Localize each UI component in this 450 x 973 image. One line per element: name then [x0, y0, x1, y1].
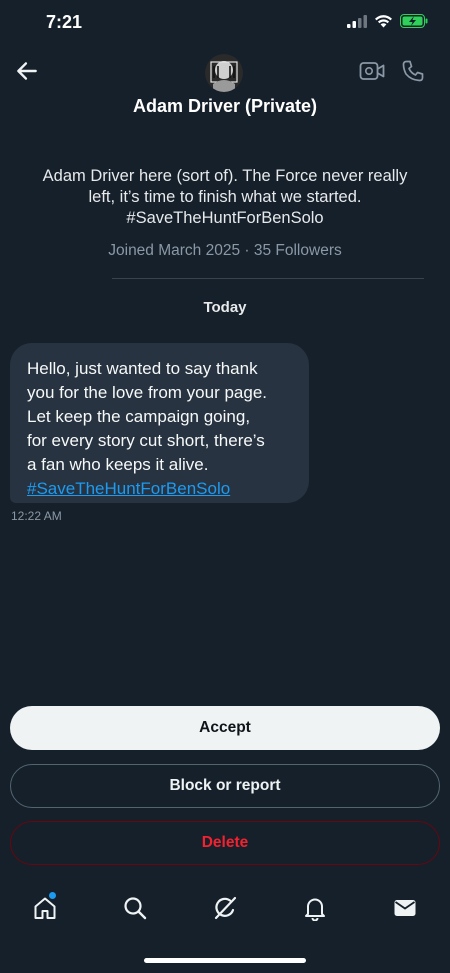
avatar[interactable]	[205, 54, 243, 92]
profile-meta: Joined March 2025 · 35 Followers	[108, 242, 342, 259]
home-indicator	[144, 958, 306, 963]
messages-icon	[394, 900, 416, 916]
profile-avatar-image	[205, 54, 243, 92]
nav-search[interactable]	[120, 893, 150, 923]
status-icons	[347, 14, 428, 28]
bottom-navigation	[0, 893, 450, 927]
hashtag-link[interactable]: #SaveTheHuntForBenSolo	[27, 477, 293, 501]
notifications-icon	[305, 898, 325, 921]
message-timestamp: 12:22 AM	[11, 509, 62, 523]
bio-line: left, it’s time to finish what we starte…	[88, 188, 362, 206]
grok-icon	[214, 896, 237, 920]
message-line: a fan who keeps it alive.	[27, 455, 209, 474]
nav-messages[interactable]	[390, 893, 420, 923]
profile-bio: Adam Driver here (sort of). The Force ne…	[30, 166, 420, 229]
accept-button[interactable]: Accept	[10, 706, 440, 750]
delete-button[interactable]: Delete	[10, 821, 440, 865]
phone-icon[interactable]	[401, 59, 425, 83]
block-report-button[interactable]: Block or report	[10, 764, 440, 808]
battery-charging-icon	[400, 14, 428, 28]
message-line: Let keep the campaign going,	[27, 407, 251, 426]
signal-icon	[347, 14, 367, 28]
bio-line: Adam Driver here (sort of). The Force ne…	[42, 167, 408, 185]
message-line: you for the love from your page.	[27, 383, 268, 402]
conversation-title[interactable]: Adam Driver (Private)	[0, 96, 450, 117]
video-call-icon[interactable]	[359, 60, 385, 82]
message-line: for every story cut short, there’s	[27, 431, 265, 450]
home-icon	[34, 897, 56, 919]
nav-notifications[interactable]	[300, 893, 330, 923]
nav-grok[interactable]	[210, 893, 240, 923]
message-bubble[interactable]: Hello, just wanted to say thank you for …	[10, 343, 309, 503]
search-icon	[124, 897, 147, 920]
nav-home[interactable]	[30, 893, 60, 923]
back-arrow-icon[interactable]	[14, 58, 40, 84]
message-line: Hello, just wanted to say thank	[27, 359, 258, 378]
divider	[112, 278, 424, 279]
notification-dot	[49, 892, 56, 899]
bio-hashtag: #SaveTheHuntForBenSolo	[126, 209, 324, 227]
date-separator: Today	[203, 299, 247, 316]
status-time: 7:21	[46, 12, 83, 32]
wifi-icon	[375, 15, 392, 28]
